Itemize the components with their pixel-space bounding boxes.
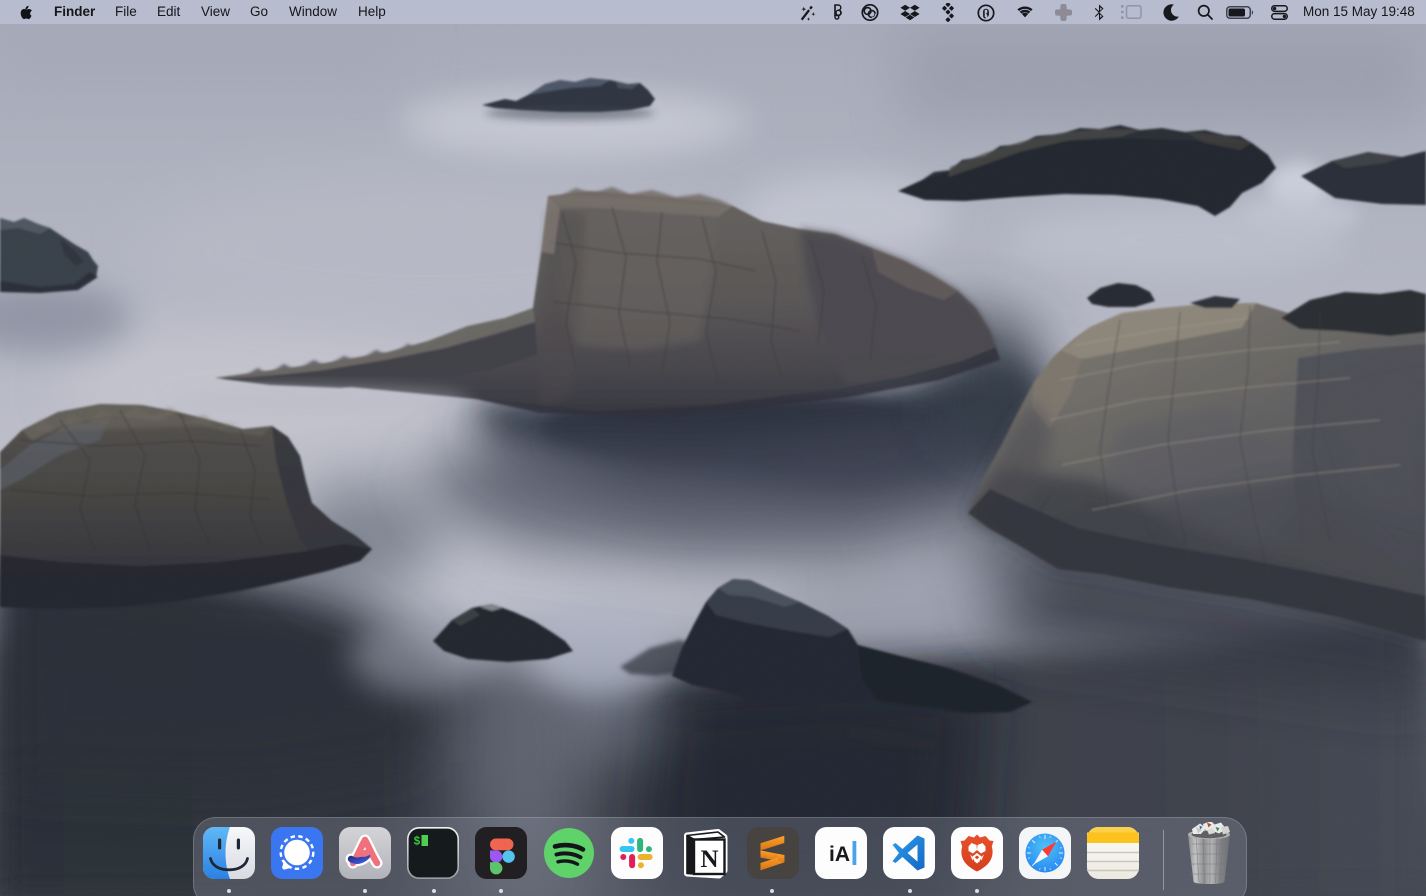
svg-text:N: N bbox=[700, 846, 718, 873]
svg-text:iA: iA bbox=[829, 843, 850, 866]
svg-text:$: $ bbox=[414, 836, 421, 849]
